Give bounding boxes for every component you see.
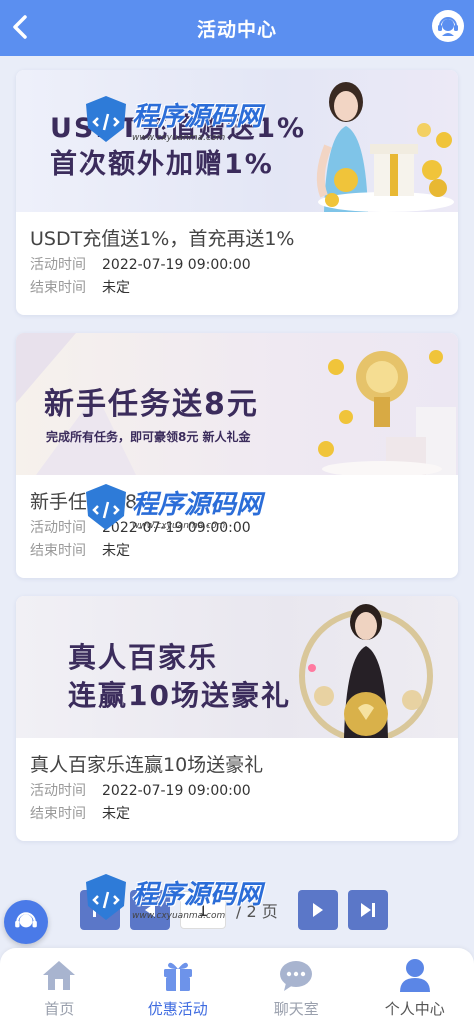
activity-title: 新手任务送8元 <box>30 491 157 513</box>
nav-label: 优惠活动 <box>147 1000 208 1018</box>
first-page-icon <box>93 903 107 917</box>
banner-subline: 首次额外加赠1% <box>50 149 274 180</box>
next-page-icon <box>312 903 323 917</box>
last-page-icon <box>360 903 375 917</box>
activity-banner[interactable]: 真人百家乐 连赢10场送豪礼 <box>16 596 458 738</box>
prev-page-icon <box>145 903 155 917</box>
gold-trophy-image <box>318 350 456 475</box>
nav-label: 聊天室 <box>273 1000 319 1018</box>
first-page-button[interactable] <box>80 890 120 930</box>
activity-banner[interactable]: USDT充值赠送1% 首次额外加赠1% <box>16 70 458 212</box>
start-time-label: 活动时间 <box>30 257 86 273</box>
chat-icon <box>276 956 316 994</box>
top-bar: 活动中心 <box>0 0 474 56</box>
activity-title: USDT充值送1%，首充再送1% <box>30 228 295 250</box>
nav-label: 首页 <box>44 1000 75 1018</box>
nav-item-promotions[interactable]: 优惠活动 <box>123 956 233 1019</box>
last-page-button[interactable] <box>347 890 388 930</box>
banner-headline: 真人百家乐 <box>68 641 219 674</box>
customer-service-icon <box>15 912 37 928</box>
start-time-value: 2022-07-19 09:00:00 <box>102 783 251 799</box>
activity-card[interactable]: 真人百家乐 连赢10场送豪礼 真人百家乐连赢10场送豪礼 活动时间 2022-07… <box>16 596 458 841</box>
end-time-value: 未定 <box>102 543 130 559</box>
promo-model-image <box>299 604 433 738</box>
banner-headline: USDT充值赠送1% <box>50 113 307 144</box>
nav-item-chat[interactable]: 聊天室 <box>241 956 351 1019</box>
banner-subline: 连赢10场送豪礼 <box>68 679 291 712</box>
next-page-button[interactable] <box>297 890 338 930</box>
gift-box-image <box>318 123 454 212</box>
page-total: / 2 页 <box>236 902 278 921</box>
activity-banner[interactable]: 新手任务送8元 完成所有任务，即可豪领8元 新人礼金 <box>16 333 458 475</box>
start-time-label: 活动时间 <box>30 520 86 536</box>
customer-service-icon[interactable] <box>432 10 464 42</box>
nav-item-home[interactable]: 首页 <box>4 956 114 1019</box>
user-icon <box>395 956 435 994</box>
activity-card[interactable]: 新手任务送8元 完成所有任务，即可豪领8元 新人礼金 新手任务送8元 活动时间 2… <box>16 333 458 578</box>
page-number-input[interactable]: 1 <box>180 891 226 929</box>
start-time-value: 2022-07-19 09:00:00 <box>102 520 251 536</box>
gift-icon <box>158 956 198 994</box>
nav-item-profile[interactable]: 个人中心 <box>360 956 470 1019</box>
page-title: 活动中心 <box>196 18 277 41</box>
back-arrow-icon[interactable] <box>8 12 32 42</box>
end-time-label: 结束时间 <box>30 543 86 559</box>
floating-support-button[interactable] <box>4 900 48 944</box>
nav-label: 个人中心 <box>384 1000 445 1018</box>
pagination: 1 / 2 页 <box>80 890 388 930</box>
home-icon <box>39 956 79 994</box>
bottom-nav: 首页 优惠活动 聊天室 个人中心 <box>0 948 474 1024</box>
end-time-label: 结束时间 <box>30 280 86 296</box>
banner-subline: 完成所有任务，即可豪领8元 新人礼金 <box>46 430 251 444</box>
end-time-value: 未定 <box>102 280 130 296</box>
end-time-label: 结束时间 <box>30 806 86 822</box>
banner-headline: 新手任务送8元 <box>44 387 259 422</box>
start-time-value: 2022-07-19 09:00:00 <box>102 257 251 273</box>
activity-title: 真人百家乐连赢10场送豪礼 <box>30 754 264 776</box>
prev-page-button[interactable] <box>130 890 170 930</box>
start-time-label: 活动时间 <box>30 783 86 799</box>
activity-card[interactable]: USDT充值赠送1% 首次额外加赠1% USDT充值送1%，首充再送1% 活动时… <box>16 70 458 315</box>
end-time-value: 未定 <box>102 806 130 822</box>
